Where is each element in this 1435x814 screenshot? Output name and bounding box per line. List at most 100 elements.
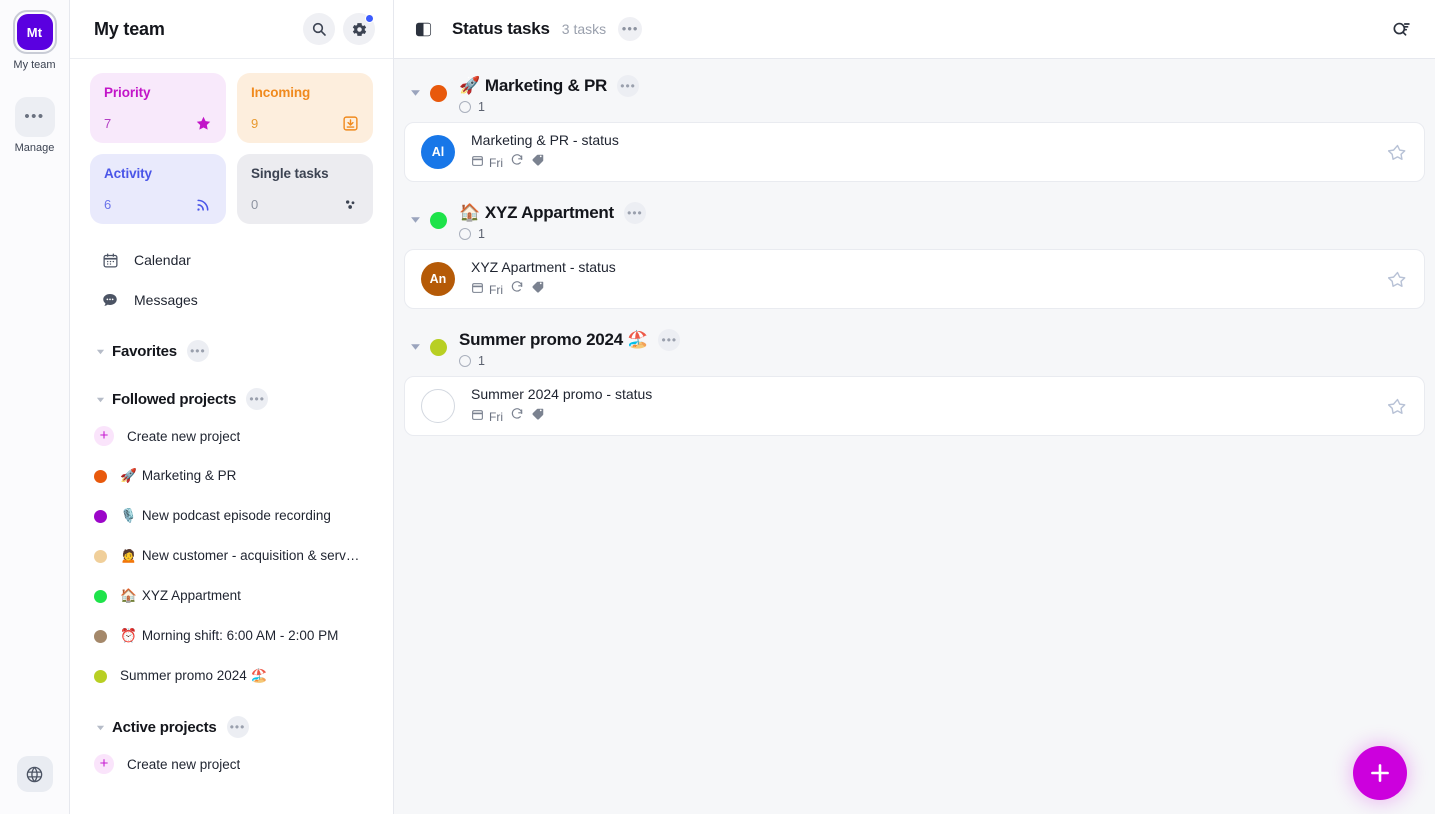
workspace-rail: Mt My team ••• Manage	[0, 0, 70, 814]
task-title: Summer 2024 promo - status	[471, 386, 653, 402]
favorite-star-icon[interactable]	[1384, 393, 1410, 419]
search-icon[interactable]	[303, 13, 335, 45]
open-task-circle-icon	[459, 228, 471, 240]
repeat-icon[interactable]	[510, 153, 524, 172]
group-emoji: 🚀	[459, 76, 480, 95]
group-more-icon[interactable]: •••	[623, 202, 646, 224]
group-title-row: 🏠 XYZ Appartment •••	[459, 202, 646, 224]
task-due-date[interactable]: Fri	[471, 154, 503, 172]
chevron-down-icon[interactable]	[408, 341, 422, 352]
group-name: 🏠 XYZ Appartment	[459, 203, 614, 222]
tag-icon[interactable]	[531, 153, 545, 172]
calendar-icon	[471, 408, 484, 426]
project-color-dot	[94, 509, 107, 523]
project-item-xyz-appartment[interactable]: 🏠 XYZ Appartment	[86, 576, 377, 616]
task-group-header: Summer promo 2024 🏖️ ••• 1	[404, 313, 1425, 376]
task-due-date[interactable]: Fri	[471, 408, 503, 426]
project-emoji: 🎙️	[120, 508, 137, 523]
chevron-down-icon[interactable]	[408, 214, 422, 225]
section-title: Favorites	[112, 342, 177, 360]
rail-manage-button[interactable]: ••• Manage	[14, 97, 55, 154]
group-more-icon[interactable]: •••	[617, 75, 640, 97]
project-item-new-customer[interactable]: 🙍 New customer - acquisition & serv…	[86, 536, 377, 576]
group-more-icon[interactable]: •••	[658, 329, 681, 351]
avatar: An	[421, 262, 455, 296]
repeat-icon[interactable]	[510, 280, 524, 299]
globe-icon[interactable]	[16, 756, 53, 792]
tag-icon[interactable]	[531, 280, 545, 299]
metric-card-bottom: 7	[104, 115, 212, 132]
metric-card-activity[interactable]: Activity 6	[90, 154, 226, 224]
plus-icon: +	[94, 754, 114, 774]
group-name: 🚀 Marketing & PR	[459, 76, 608, 95]
group-color-dot	[430, 212, 447, 229]
dots-cluster-icon	[342, 196, 359, 213]
sidebar-item-messages[interactable]: Messages	[90, 280, 373, 320]
sidebar-title: My team	[94, 18, 165, 39]
create-new-project-button[interactable]: + Create new project	[86, 416, 377, 456]
project-label: Create new project	[127, 756, 241, 772]
project-item-morning-shift[interactable]: ⏰ Morning shift: 6:00 AM - 2:00 PM	[86, 616, 377, 656]
group-meta: 1	[459, 354, 680, 368]
group-open-count: 1	[478, 354, 485, 368]
project-item-new-podcast-episode-recording[interactable]: 🎙️ New podcast episode recording	[86, 496, 377, 536]
open-task-circle-icon	[459, 355, 471, 367]
chat-bubble-icon	[98, 291, 122, 309]
create-new-project-button[interactable]: + Create new project	[86, 744, 377, 784]
group-name: Summer promo 2024 🏖️	[459, 330, 649, 349]
section-more-icon[interactable]: •••	[246, 388, 269, 410]
chevron-down-icon[interactable]	[408, 87, 422, 98]
group-emoji: 🏖️	[627, 330, 649, 349]
group-title-row: 🚀 Marketing & PR •••	[459, 75, 640, 97]
task-row[interactable]: Summer 2024 promo - status Fri	[404, 376, 1425, 436]
metric-card-count: 7	[104, 116, 112, 131]
open-task-circle-icon	[459, 101, 471, 113]
metric-card-count: 9	[251, 116, 259, 131]
workspace-switcher-my-team[interactable]: Mt My team	[12, 10, 57, 71]
sidebar-toggle-icon[interactable]	[408, 14, 438, 44]
sidebar-section-followed-projects[interactable]: Followed projects •••	[86, 382, 377, 416]
plus-icon: +	[94, 426, 114, 446]
task-row[interactable]: Al Marketing & PR - status Fri	[404, 122, 1425, 182]
avatar: Al	[421, 135, 455, 169]
project-label: 🙍 New customer - acquisition & serv…	[120, 548, 360, 563]
create-task-fab[interactable]	[1353, 746, 1407, 800]
section-more-icon[interactable]: •••	[226, 716, 249, 738]
metric-card-incoming[interactable]: Incoming 9	[237, 73, 373, 143]
section-more-icon[interactable]: •••	[186, 340, 209, 362]
group-meta: 1	[459, 227, 646, 241]
metric-cards: Priority 7 Incoming 9 Activity 6 Single …	[86, 59, 377, 234]
more-horizontal-icon[interactable]: •••	[618, 17, 643, 41]
metric-card-priority[interactable]: Priority 7	[90, 73, 226, 143]
task-due-date[interactable]: Fri	[471, 281, 503, 299]
settings-gear-icon[interactable]	[343, 13, 375, 45]
metric-card-bottom: 9	[251, 115, 359, 132]
favorite-star-icon[interactable]	[1384, 139, 1410, 165]
project-emoji: 🚀	[120, 468, 137, 483]
project-item-summer-promo-2024[interactable]: Summer promo 2024 🏖️	[86, 656, 377, 696]
task-main: Marketing & PR - status Fri	[471, 132, 1384, 172]
project-emoji: 🏠	[120, 588, 137, 603]
metric-card-title: Activity	[104, 166, 152, 181]
sidebar-section-favorites[interactable]: Favorites •••	[86, 334, 377, 368]
tag-icon[interactable]	[531, 407, 545, 426]
project-item-marketing-pr[interactable]: 🚀 Marketing & PR	[86, 456, 377, 496]
project-label: 🚀 Marketing & PR	[120, 468, 237, 483]
project-color-dot	[94, 549, 107, 563]
repeat-icon[interactable]	[510, 407, 524, 426]
task-group-header: 🚀 Marketing & PR ••• 1	[404, 59, 1425, 122]
task-row[interactable]: An XYZ Apartment - status Fri	[404, 249, 1425, 309]
plus-icon	[1371, 764, 1389, 782]
project-emoji: ⏰	[120, 628, 137, 643]
project-label: 🎙️ New podcast episode recording	[120, 508, 331, 523]
avatar	[421, 389, 455, 423]
project-color-dot	[94, 469, 107, 483]
task-meta: Fri	[471, 407, 1384, 426]
sidebar-item-calendar[interactable]: Calendar	[90, 240, 373, 280]
active-projects-list: + Create new project	[86, 744, 377, 784]
search-filter-icon[interactable]	[1385, 13, 1417, 45]
metric-card-single-tasks[interactable]: Single tasks 0	[237, 154, 373, 224]
followed-projects-list: + Create new project 🚀 Marketing & PR 🎙️ N…	[86, 416, 377, 696]
favorite-star-icon[interactable]	[1384, 266, 1410, 292]
sidebar-section-active-projects[interactable]: Active projects •••	[86, 710, 377, 744]
